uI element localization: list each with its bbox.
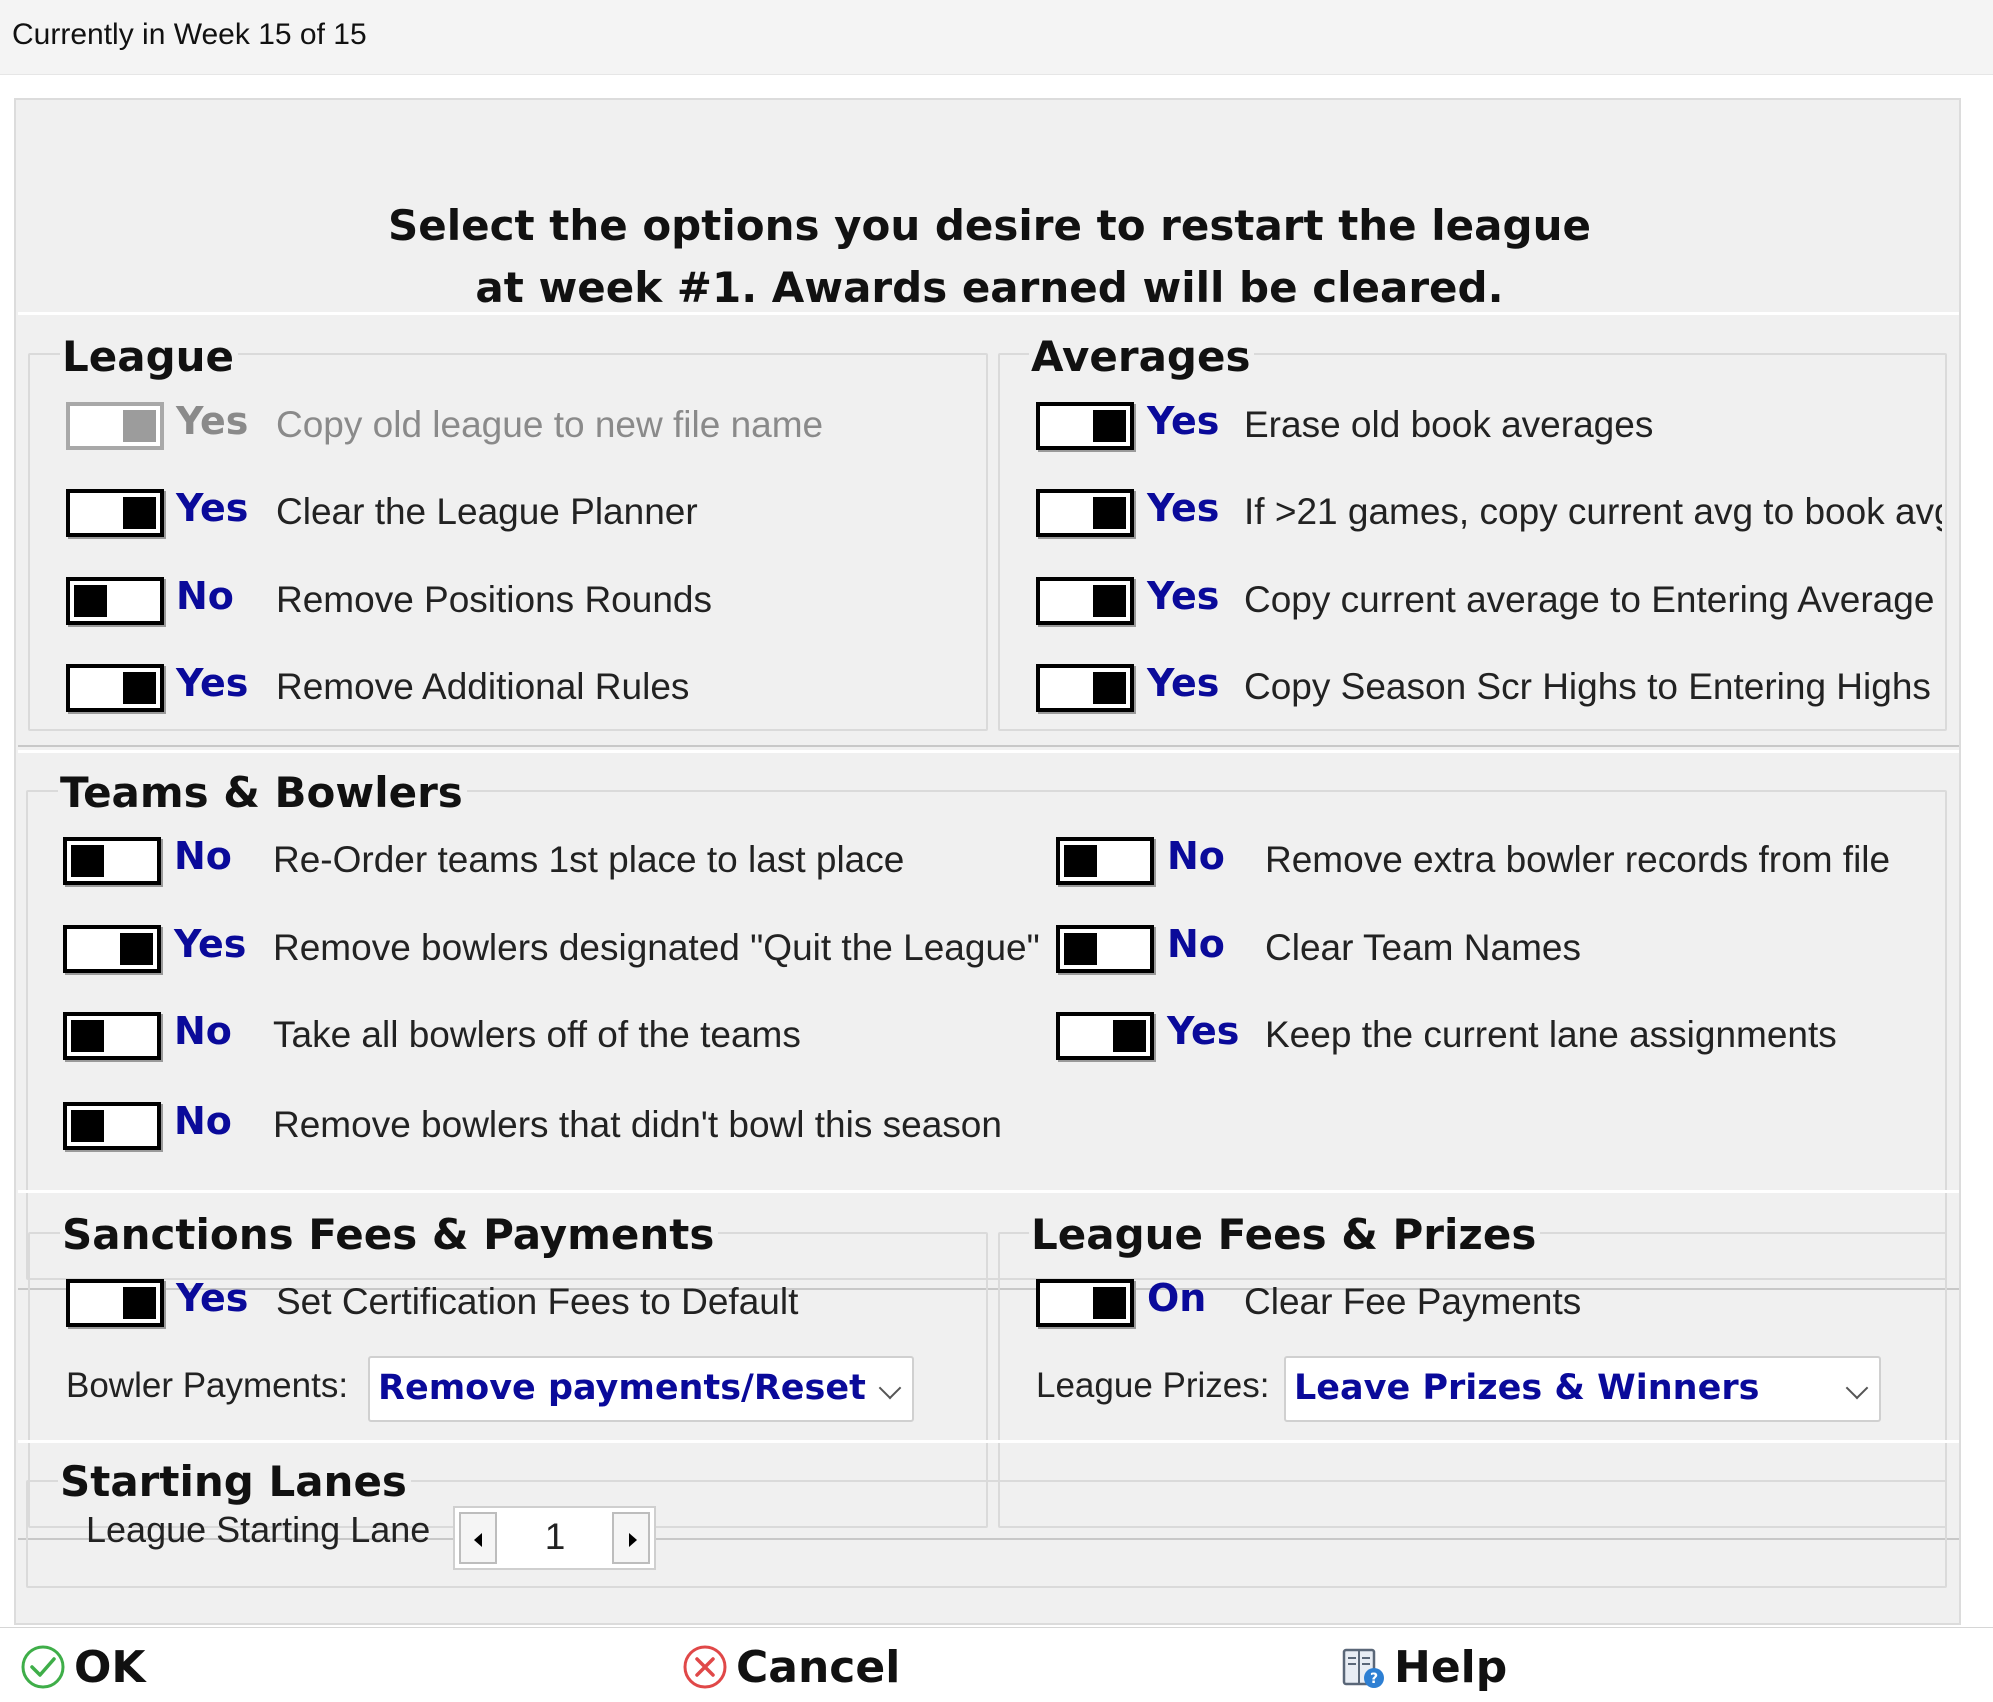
keep-lane-assignments-label: Keep the current lane assignments: [1265, 1014, 1837, 1055]
lane-increment-button[interactable]: [612, 1512, 650, 1564]
copy-league-toggle[interactable]: [66, 402, 164, 450]
cancel-button-label: Cancel: [736, 1641, 901, 1693]
starting-lanes-group-title: Starting Lanes: [58, 1457, 411, 1506]
remove-extra-bowler-records-label: Remove extra bowler records from file: [1265, 839, 1891, 880]
clear-fee-payments-toggle[interactable]: [1036, 1279, 1134, 1327]
take-bowlers-off-teams-label: Take all bowlers off of the teams: [273, 1014, 801, 1055]
keep-lane-assignments-toggle[interactable]: [1056, 1012, 1154, 1060]
copy-avg-to-entering-label: Copy current average to Entering Average: [1244, 579, 1935, 620]
dialog-button-bar: OK Cancel ? Help: [0, 1627, 1993, 1702]
remove-inactive-bowlers-label: Remove bowlers that didn't bowl this sea…: [273, 1104, 1002, 1145]
chevron-down-icon: [878, 1376, 902, 1400]
copy-current-avg-to-book-label-clip: If >21 games, copy current avg to book a…: [1244, 483, 1942, 543]
copy-avg-to-entering-toggle[interactable]: [1036, 577, 1134, 625]
restart-options-panel: Select the options you desire to restart…: [14, 98, 1961, 1625]
bowler-payments-value: Remove payments/Reset: [378, 1368, 866, 1408]
remove-positions-rounds-label: Remove Positions Rounds: [276, 579, 712, 620]
lane-decrement-button[interactable]: [459, 1512, 497, 1564]
status-bar: Currently in Week 15 of 15: [0, 0, 1993, 75]
remove-quit-bowlers-toggle[interactable]: [63, 925, 161, 973]
certification-fees-label: Set Certification Fees to Default: [276, 1281, 799, 1322]
copy-league-state: Yes: [176, 399, 249, 443]
clear-league-planner-label: Clear the League Planner: [276, 491, 698, 532]
ok-button-label: OK: [74, 1641, 146, 1693]
take-bowlers-off-teams-toggle[interactable]: [63, 1012, 161, 1060]
remove-extra-bowler-records-toggle[interactable]: [1056, 837, 1154, 885]
sanctions-group-title: Sanctions Fees & Payments: [60, 1210, 719, 1259]
erase-book-averages-toggle[interactable]: [1036, 402, 1134, 450]
bowler-payments-label: Bowler Payments:: [66, 1366, 349, 1405]
remove-inactive-bowlers-state: No: [174, 1099, 232, 1143]
arrow-right-icon: [629, 1533, 637, 1547]
check-circle-icon: [21, 1645, 65, 1689]
erase-book-averages-label-clip: Erase old book averages: [1244, 396, 1942, 456]
reorder-teams-toggle[interactable]: [63, 837, 161, 885]
chevron-down-icon: [1845, 1376, 1869, 1400]
remove-additional-rules-toggle[interactable]: [66, 664, 164, 712]
copy-highs-to-entering-label: Copy Season Scr Highs to Entering Highs: [1244, 666, 1931, 707]
remove-extra-bowler-records-state: No: [1167, 834, 1225, 878]
league-group-title: League: [60, 332, 239, 381]
clear-league-planner-toggle[interactable]: [66, 489, 164, 537]
starting-lane-spinner: 1: [453, 1506, 656, 1570]
copy-avg-to-entering-state: Yes: [1147, 574, 1220, 618]
help-button-label: Help: [1394, 1641, 1508, 1693]
keep-lane-assignments-state: Yes: [1167, 1009, 1240, 1053]
clear-team-names-toggle[interactable]: [1056, 925, 1154, 973]
heading-line-1: Select the options you desire to restart…: [388, 201, 1591, 250]
copy-league-label: Copy old league to new file name: [276, 404, 824, 445]
league-prizes-select[interactable]: Leave Prizes & Winners: [1284, 1356, 1881, 1422]
week-status-text: Currently in Week 15 of 15: [12, 18, 367, 51]
ok-button[interactable]: OK: [20, 1638, 146, 1696]
copy-current-avg-to-book-label: If >21 games, copy current avg to book a…: [1244, 491, 1942, 532]
bowler-payments-select[interactable]: Remove payments/Reset: [368, 1356, 914, 1422]
certification-fees-toggle[interactable]: [66, 1279, 164, 1327]
remove-positions-rounds-state: No: [176, 574, 234, 618]
remove-additional-rules-label: Remove Additional Rules: [276, 666, 690, 707]
remove-additional-rules-state: Yes: [176, 661, 249, 705]
reorder-teams-state: No: [174, 834, 232, 878]
copy-highs-to-entering-label-clip: Copy Season Scr Highs to Entering Highs: [1244, 658, 1942, 718]
remove-positions-rounds-toggle[interactable]: [66, 577, 164, 625]
remove-quit-bowlers-state: Yes: [174, 922, 247, 966]
x-circle-icon: [683, 1645, 727, 1689]
page-title: Select the options you desire to restart…: [16, 195, 1963, 319]
arrow-left-icon: [474, 1533, 482, 1547]
take-bowlers-off-teams-state: No: [174, 1009, 232, 1053]
remove-inactive-bowlers-toggle[interactable]: [63, 1102, 161, 1150]
erase-book-averages-state: Yes: [1147, 399, 1220, 443]
book-help-icon: ?: [1342, 1648, 1384, 1688]
reorder-teams-label: Re-Order teams 1st place to last place: [273, 839, 905, 880]
remove-quit-bowlers-label: Remove bowlers designated "Quit the Leag…: [273, 927, 1040, 968]
starting-lane-value[interactable]: 1: [505, 1516, 605, 1558]
league-fees-group-title: League Fees & Prizes: [1029, 1210, 1541, 1259]
copy-highs-to-entering-toggle[interactable]: [1036, 664, 1134, 712]
copy-current-avg-to-book-state: Yes: [1147, 486, 1220, 530]
clear-fee-payments-label: Clear Fee Payments: [1244, 1281, 1582, 1322]
erase-book-averages-label: Erase old book averages: [1244, 404, 1654, 445]
clear-team-names-state: No: [1167, 922, 1225, 966]
clear-team-names-label: Clear Team Names: [1265, 927, 1581, 968]
cancel-button[interactable]: Cancel: [682, 1638, 900, 1696]
copy-avg-to-entering-label-clip: Copy current average to Entering Average: [1244, 571, 1942, 631]
clear-fee-payments-state: On: [1147, 1276, 1207, 1320]
league-prizes-label: League Prizes:: [1036, 1366, 1270, 1405]
certification-fees-state: Yes: [176, 1276, 249, 1320]
starting-lane-label: League Starting Lane: [86, 1509, 431, 1550]
copy-highs-to-entering-state: Yes: [1147, 661, 1220, 705]
help-button[interactable]: ? Help: [1340, 1638, 1507, 1696]
heading-line-2: at week #1. Awards earned will be cleare…: [475, 263, 1504, 312]
copy-current-avg-to-book-toggle[interactable]: [1036, 489, 1134, 537]
league-prizes-value: Leave Prizes & Winners: [1294, 1368, 1760, 1408]
averages-group-title: Averages: [1029, 332, 1255, 381]
teams-bowlers-group-title: Teams & Bowlers: [58, 768, 467, 817]
svg-text:?: ?: [1370, 1671, 1378, 1687]
clear-league-planner-state: Yes: [176, 486, 249, 530]
